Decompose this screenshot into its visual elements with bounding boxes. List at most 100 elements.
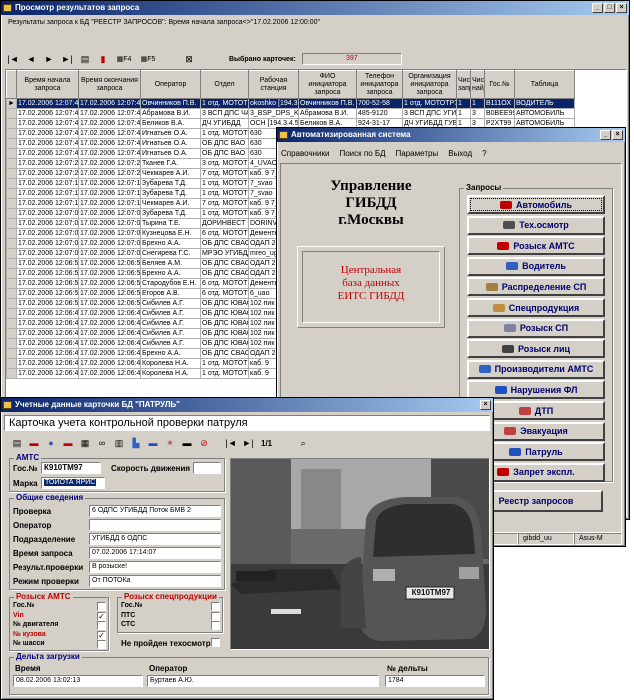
general-field-value[interactable] bbox=[89, 519, 221, 531]
close-button[interactable]: × bbox=[480, 400, 491, 410]
query-button-8[interactable]: Розыск лиц bbox=[467, 339, 605, 359]
photo-plate-text: К910ТМ97 bbox=[411, 588, 451, 597]
excel-icon[interactable]: ▮ bbox=[95, 52, 111, 66]
table-cell: 17.02.2006 12:06:47 bbox=[78, 328, 141, 339]
ban-icon[interactable]: ⊘ bbox=[196, 436, 212, 450]
wanted-item-checkbox[interactable]: ✓ bbox=[97, 611, 106, 621]
query-button-3[interactable]: Розыск АМТС bbox=[467, 236, 605, 256]
results-window-titlebar[interactable]: Просмотр результатов запроса _ □ × bbox=[1, 1, 629, 15]
wanted-item-checkbox[interactable] bbox=[97, 621, 106, 630]
document-icon[interactable]: ▥ bbox=[111, 436, 127, 450]
driver-icon[interactable]: ● bbox=[43, 436, 59, 450]
crash-icon[interactable]: ✶ bbox=[162, 436, 178, 450]
factory-icon[interactable]: ▙ bbox=[128, 436, 144, 450]
query-button-6[interactable]: Спецпродукция bbox=[467, 298, 605, 317]
car-icon[interactable]: ▬ bbox=[26, 436, 42, 450]
general-field-value[interactable]: 6 ОДПС УГИБДД Поток БМВ 2 bbox=[89, 505, 221, 517]
column-header[interactable]: Рабочая станция bbox=[248, 70, 299, 99]
column-header[interactable]: Оператор bbox=[140, 70, 201, 99]
column-header[interactable]: Гос.№ bbox=[484, 70, 515, 99]
column-header[interactable]: Число запросов bbox=[456, 70, 471, 99]
minimize-button[interactable]: _ bbox=[592, 3, 603, 13]
delta-operator-field[interactable]: Буртаев А.Ю. bbox=[147, 675, 379, 687]
tow-truck-icon[interactable]: ▬ bbox=[179, 436, 195, 450]
maximize-button[interactable]: □ bbox=[604, 3, 615, 13]
menu-item[interactable]: ? bbox=[482, 149, 486, 158]
column-header[interactable]: Таблица bbox=[514, 70, 575, 99]
table-cell: ВОДИТЕЛЬ bbox=[514, 98, 575, 109]
query-button-1[interactable]: Автомобиль bbox=[467, 195, 605, 214]
card-f4-icon[interactable]: ▦ F4 bbox=[113, 52, 135, 66]
menu-item[interactable]: Параметры bbox=[396, 149, 439, 158]
query-button-label: ДТП bbox=[534, 405, 554, 416]
make-field[interactable]: ТОЙОТА ЯРИС bbox=[41, 477, 105, 489]
wanted-item-checkbox[interactable] bbox=[97, 640, 106, 649]
general-field-value[interactable]: В розыске! bbox=[89, 561, 221, 573]
car-search-icon[interactable]: ▬ bbox=[60, 436, 76, 450]
table-row[interactable]: 17.02.2006 12:07:43 17.02.2006 12:07:43 Аб… bbox=[6, 108, 627, 119]
prev-record-icon[interactable]: ◄ bbox=[23, 52, 39, 66]
column-header[interactable]: Телефон инициатора запроса bbox=[356, 70, 403, 99]
query-button-4[interactable]: Водитель bbox=[467, 256, 605, 276]
menu-item[interactable]: Справочники bbox=[281, 149, 329, 158]
next-record-icon[interactable]: ►| bbox=[240, 436, 256, 450]
table-cell: 17.02.2006 12:07:05 bbox=[16, 238, 79, 249]
menu-item[interactable]: Выход bbox=[448, 149, 472, 158]
row-indicator bbox=[6, 308, 17, 319]
general-field-value[interactable]: УГИБДД 6 ОДПС bbox=[89, 533, 221, 545]
card-f5-icon[interactable]: ▦ F5 bbox=[137, 52, 159, 66]
column-header[interactable]: Организация инициатора запроса bbox=[402, 70, 457, 99]
wanted-item-checkbox[interactable]: ✓ bbox=[97, 630, 106, 640]
delta-num-field[interactable]: 1784 bbox=[385, 675, 485, 687]
close-button[interactable]: × bbox=[612, 130, 623, 140]
query-button-label: Водитель bbox=[522, 261, 566, 272]
next-record-icon[interactable]: ► bbox=[41, 52, 57, 66]
table-cell: ОБ ДПС ВАО bbox=[200, 148, 249, 159]
app-icon bbox=[3, 401, 12, 409]
table-cell: 17.02.2006 12:06:45 bbox=[78, 348, 141, 359]
table-cell: 6 отд. МОТОТР bbox=[200, 278, 249, 289]
column-header[interactable]: Время начала запроса bbox=[16, 70, 79, 99]
print-icon[interactable]: ▤ bbox=[9, 436, 25, 450]
selected-count-field: 397 bbox=[301, 53, 402, 65]
first-record-icon[interactable]: |◄ bbox=[223, 436, 239, 450]
special-item-label: ПТС bbox=[121, 611, 136, 619]
speed-field[interactable] bbox=[193, 462, 221, 474]
main-window-titlebar[interactable]: Автоматизированная система _ × bbox=[277, 128, 625, 142]
table-row[interactable]: ► 17.02.2006 12:07:43 17.02.2006 12:07:43 О… bbox=[6, 98, 627, 109]
query-button-5[interactable]: Распределение СП bbox=[467, 277, 605, 297]
form-icon[interactable]: ▦ bbox=[77, 436, 93, 450]
row-indicator bbox=[6, 328, 17, 339]
minimize-button[interactable]: _ bbox=[600, 130, 611, 140]
column-header[interactable]: Время окончания запроса bbox=[78, 70, 141, 99]
general-field-value[interactable]: 07.02.2006 17:14:07 bbox=[89, 547, 221, 559]
column-header[interactable]: ФИО инициатора запроса bbox=[298, 70, 357, 99]
form-search-icon bbox=[503, 324, 516, 333]
table-cell: Тырина Т.Е. bbox=[140, 218, 201, 229]
column-header[interactable]: Отдел bbox=[200, 70, 249, 99]
search-icon[interactable]: ⌕ bbox=[295, 436, 311, 450]
delta-time-field[interactable]: 08.02.2006 13:02:13 bbox=[13, 675, 143, 687]
special-item-checkbox[interactable] bbox=[211, 611, 220, 621]
inspection-checkbox[interactable] bbox=[211, 638, 220, 647]
plate-field[interactable]: К910ТМ97 bbox=[41, 462, 101, 474]
menu-item[interactable]: Поиск по БД bbox=[339, 149, 385, 158]
column-header[interactable]: Число найденных bbox=[470, 70, 485, 99]
query-button-7[interactable]: Розыск СП bbox=[467, 318, 605, 338]
table-cell: 6 отд. МОТОТР bbox=[200, 288, 249, 299]
close-button[interactable]: × bbox=[616, 3, 627, 13]
patrol-car-icon[interactable]: ▬ bbox=[145, 436, 161, 450]
print-icon[interactable]: ▤ bbox=[77, 52, 93, 66]
special-item-checkbox[interactable] bbox=[211, 621, 220, 630]
query-button-9[interactable]: Производители АМТС bbox=[467, 359, 605, 379]
first-record-icon[interactable]: |◄ bbox=[5, 52, 21, 66]
query-button-2[interactable]: Тех.осмотр bbox=[467, 215, 605, 235]
last-record-icon[interactable]: ►| bbox=[59, 52, 75, 66]
wanted-item-checkbox[interactable] bbox=[97, 602, 106, 611]
special-item-checkbox[interactable] bbox=[211, 602, 220, 611]
row-indicator bbox=[6, 368, 17, 379]
general-field-value[interactable]: От ПОТОКа bbox=[89, 575, 221, 587]
filter-icon[interactable]: ⊠ bbox=[181, 52, 197, 66]
card-window-titlebar[interactable]: Учетные данные карточки БД "ПАТРУЛЬ" × bbox=[1, 398, 493, 412]
handcuffs-icon[interactable]: ∞ bbox=[94, 436, 110, 450]
